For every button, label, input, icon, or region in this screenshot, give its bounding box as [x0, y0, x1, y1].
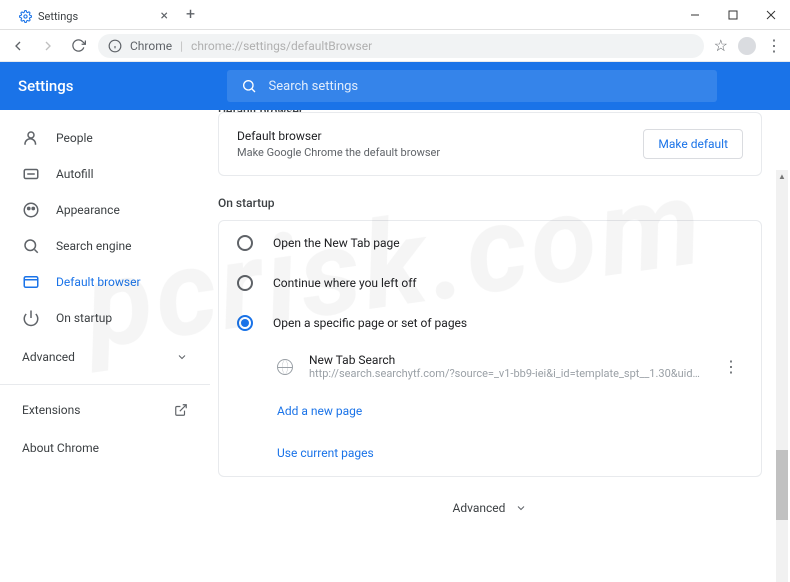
sidebar-item-label: Default browser [56, 275, 141, 289]
default-browser-subtitle: Make Google Chrome the default browser [237, 146, 440, 159]
scrollbar[interactable]: ▲ [776, 170, 788, 582]
settings-header: Settings [0, 62, 790, 110]
scroll-track[interactable] [776, 182, 788, 582]
tab-title: Settings [38, 10, 155, 23]
startup-option-new-tab[interactable]: Open the New Tab page [219, 223, 761, 263]
person-icon [22, 129, 40, 147]
back-button[interactable] [8, 36, 28, 56]
bookmark-star-icon[interactable]: ☆ [714, 36, 728, 55]
search-icon [22, 237, 40, 255]
search-icon [241, 78, 257, 94]
sidebar-item-extensions[interactable]: Extensions [0, 391, 210, 429]
default-browser-card: Default browser Make Google Chrome the d… [218, 112, 762, 176]
browser-tab-settings[interactable]: Settings × [8, 3, 178, 29]
sidebar-item-default-browser[interactable]: Default browser [0, 264, 210, 300]
radio-icon[interactable] [237, 235, 253, 251]
radio-label: Open the New Tab page [273, 236, 400, 250]
sidebar-advanced-toggle[interactable]: Advanced [0, 336, 210, 378]
on-startup-heading: On startup [218, 176, 762, 220]
radio-icon[interactable] [237, 275, 253, 291]
appearance-icon [22, 201, 40, 219]
window-controls [676, 0, 790, 29]
minimize-button[interactable] [676, 0, 714, 29]
sidebar-item-label: Search engine [56, 239, 131, 253]
reload-button[interactable] [68, 36, 88, 56]
add-new-page-link[interactable]: Add a new page [219, 390, 761, 432]
url-scheme: Chrome [130, 39, 172, 53]
globe-icon [277, 359, 293, 375]
settings-search-input[interactable] [269, 79, 703, 94]
startup-page-entry: New Tab Search http://search.searchytf.c… [219, 343, 761, 390]
browser-icon [22, 273, 40, 291]
radio-label: Continue where you left off [273, 276, 417, 290]
sidebar-advanced-label: Advanced [22, 350, 75, 364]
power-icon [22, 309, 40, 327]
sidebar-item-search-engine[interactable]: Search engine [0, 228, 210, 264]
sidebar-item-people[interactable]: People [0, 120, 210, 156]
profile-avatar[interactable] [738, 37, 756, 55]
page-entry-menu-button[interactable]: ⋮ [719, 357, 743, 376]
browser-menu-button[interactable]: ⋮ [766, 38, 782, 54]
url-path: chrome://settings/defaultBrowser [191, 39, 372, 53]
maximize-button[interactable] [714, 0, 752, 29]
advanced-footer-toggle[interactable]: Advanced [218, 477, 762, 530]
site-info-icon[interactable] [108, 39, 122, 53]
startup-page-name: New Tab Search [309, 353, 703, 367]
sidebar-item-label: On startup [56, 311, 112, 325]
open-external-icon [174, 403, 188, 417]
startup-page-url: http://search.searchytf.com/?source=_v1-… [309, 367, 703, 380]
page-title: Settings [18, 77, 74, 95]
sidebar-item-label: People [56, 131, 93, 145]
new-tab-button[interactable]: + [178, 0, 203, 29]
on-startup-card: Open the New Tab page Continue where you… [218, 220, 762, 477]
autofill-icon [22, 165, 40, 183]
sidebar-item-autofill[interactable]: Autofill [0, 156, 210, 192]
startup-option-specific[interactable]: Open a specific page or set of pages [219, 303, 761, 343]
default-browser-title: Default browser [237, 129, 440, 143]
sidebar-item-about[interactable]: About Chrome [0, 429, 210, 467]
close-icon[interactable]: × [161, 9, 168, 23]
window-close-button[interactable] [752, 0, 790, 29]
address-bar[interactable]: Chrome | chrome://settings/defaultBrowse… [98, 34, 704, 58]
make-default-button[interactable]: Make default [643, 129, 743, 159]
use-current-pages-link[interactable]: Use current pages [219, 432, 761, 474]
browser-toolbar: Chrome | chrome://settings/defaultBrowse… [0, 30, 790, 62]
startup-option-continue[interactable]: Continue where you left off [219, 263, 761, 303]
sidebar-item-label: Extensions [22, 403, 80, 417]
chevron-down-icon [176, 351, 188, 363]
radio-icon[interactable] [237, 315, 253, 331]
plus-icon: + [186, 4, 195, 23]
window-titlebar: Settings × + [0, 0, 790, 30]
settings-main: Default browser Default browser Make Goo… [210, 110, 790, 530]
gear-icon [18, 9, 32, 23]
sidebar-item-appearance[interactable]: Appearance [0, 192, 210, 228]
scroll-up-icon[interactable]: ▲ [776, 170, 788, 182]
scroll-thumb[interactable] [776, 450, 788, 520]
chevron-down-icon [515, 502, 527, 514]
sidebar-item-label: Appearance [56, 203, 120, 217]
sidebar-item-on-startup[interactable]: On startup [0, 300, 210, 336]
tab-strip: Settings × + [0, 0, 676, 29]
radio-label: Open a specific page or set of pages [273, 316, 467, 330]
sidebar-item-label: Autofill [56, 167, 94, 181]
settings-search[interactable] [227, 70, 717, 102]
sidebar-item-label: About Chrome [22, 441, 99, 455]
divider [0, 384, 210, 385]
settings-sidebar: People Autofill Appearance Search engine… [0, 110, 210, 530]
forward-button[interactable] [38, 36, 58, 56]
advanced-footer-label: Advanced [453, 501, 506, 515]
